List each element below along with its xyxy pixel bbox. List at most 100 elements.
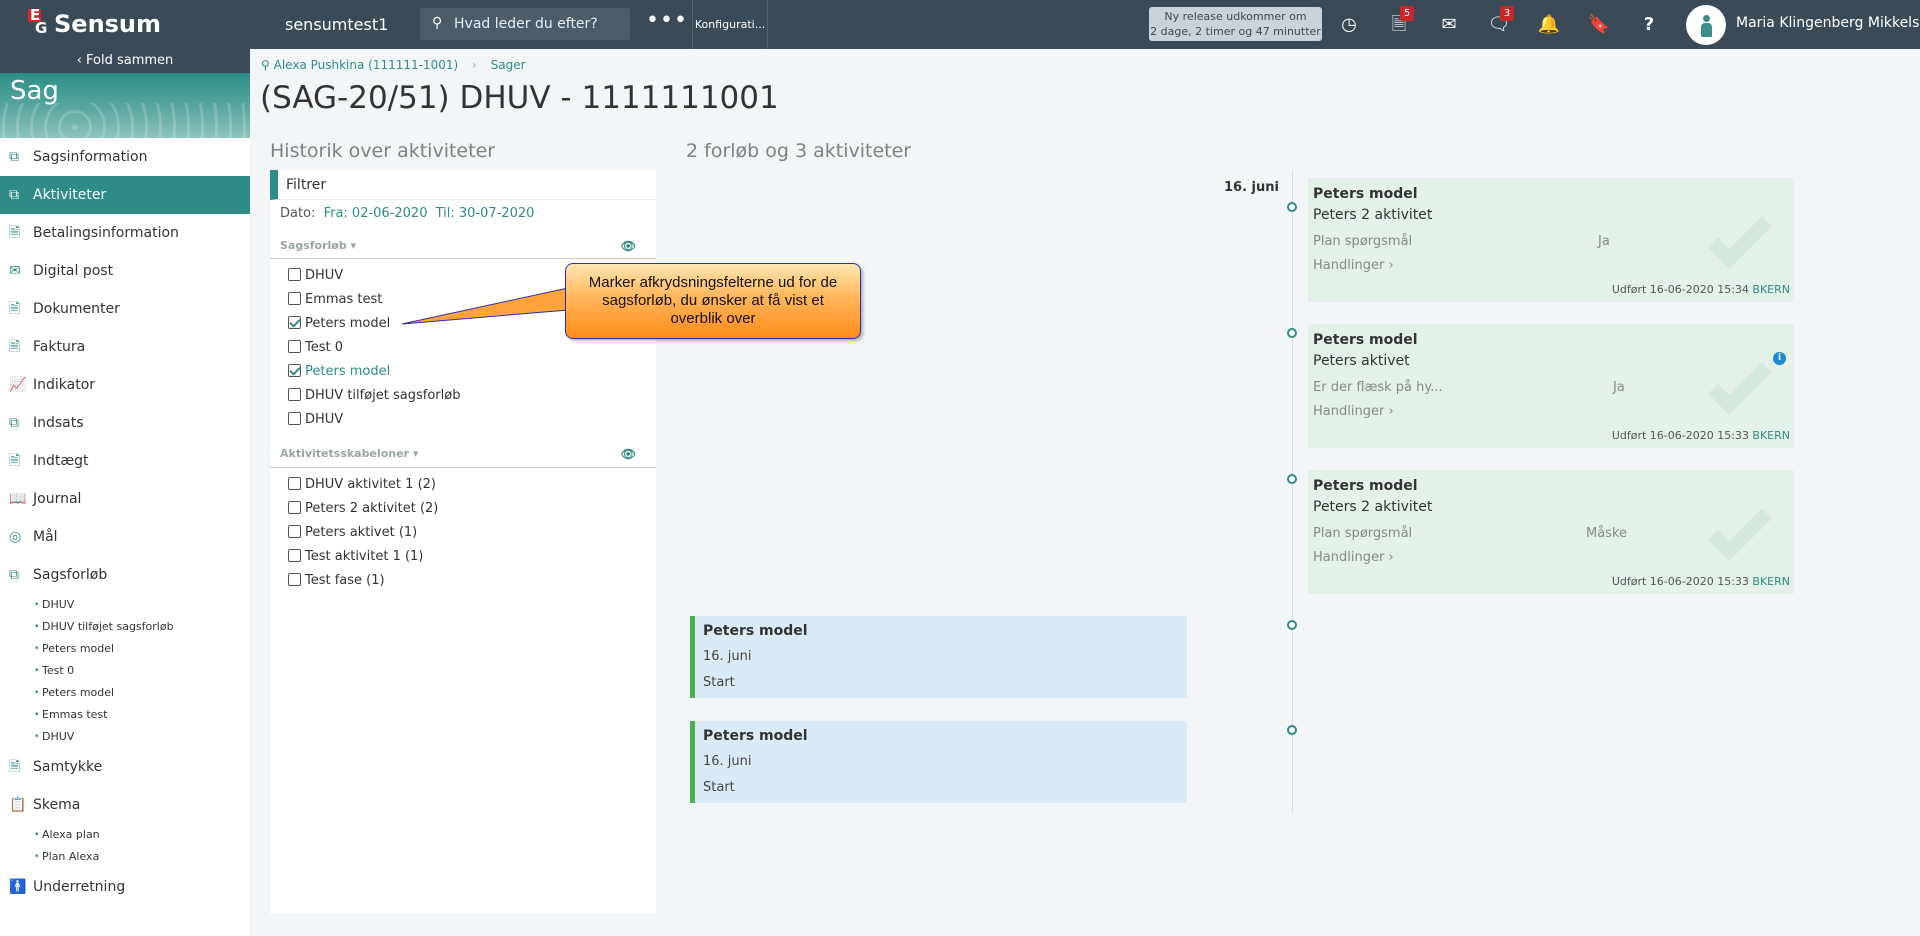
sidebar-item-label: Samtykke (33, 759, 103, 775)
checkbox-skabelon[interactable]: DHUV aktivitet 1 (2) (288, 475, 436, 495)
chevron-right-icon: › (472, 58, 477, 72)
more-menu-button[interactable]: ••• (646, 8, 687, 40)
actions-menu[interactable]: Handlinger › (1313, 258, 1394, 273)
mail-icon[interactable]: ✉ (1424, 0, 1474, 49)
checkbox-skabelon[interactable]: Test aktivitet 1 (1) (288, 547, 423, 567)
callout-line-3: overblik over (670, 310, 756, 327)
checkbox-checked[interactable] (288, 364, 301, 377)
sidebar-subitem[interactable]: Alexa plan (0, 824, 250, 846)
sidebar: ‹ Fold sammen Sag ⧉ Sagsinformation ⧉ Akti… (0, 49, 250, 936)
checkbox-skabelon[interactable]: Peters aktivet (1) (288, 523, 417, 543)
sidebar-subitem[interactable]: Plan Alexa (0, 846, 250, 868)
activity-course: Peters model (1313, 478, 1418, 494)
help-icon[interactable]: ? (1624, 0, 1674, 49)
checkbox[interactable] (288, 340, 301, 353)
done-text: Udført 16-06-2020 15:33 (1611, 429, 1749, 442)
chat-icon[interactable]: 🗨 3 (1474, 0, 1524, 49)
done-user[interactable]: BKERN (1752, 283, 1790, 296)
checkbox[interactable] (288, 549, 301, 562)
eye-icon[interactable]: 👁 (621, 239, 636, 253)
breadcrumb-person[interactable]: Alexa Pushkina (111111-1001) (274, 58, 459, 72)
user-menu[interactable]: Maria Klingenberg Mikkelsen (1686, 2, 1920, 47)
eye-icon[interactable]: 👁 (621, 447, 636, 461)
sidebar-item-dokumenter[interactable]: 🗎 Dokumenter (0, 290, 250, 328)
sidebar-item-label: Dokumenter (33, 301, 120, 317)
sidebar-item-indikator[interactable]: 📈 Indikator (0, 366, 250, 404)
sidebar-subitem[interactable]: Peters model (0, 682, 250, 704)
checkbox[interactable] (288, 412, 301, 425)
checkbox-forloeb[interactable]: Peters model (288, 362, 390, 382)
breadcrumb-current[interactable]: Sager (491, 58, 526, 72)
done-user[interactable]: BKERN (1752, 429, 1790, 442)
bookmark-icon[interactable]: 🔖 (1574, 0, 1624, 49)
search-box[interactable]: ⚲ (420, 8, 630, 40)
checkbox-forloeb[interactable]: DHUV (288, 410, 343, 430)
sidebar-item-maal[interactable]: ◎ Mål (0, 518, 250, 556)
sidebar-item-sagsforloeb[interactable]: ⧉ Sagsforløb (0, 556, 250, 594)
search-input[interactable] (454, 8, 624, 40)
eg-logo[interactable]: E G (28, 8, 48, 37)
fold-sidebar-button[interactable]: ‹ Fold sammen (0, 49, 250, 73)
sidebar-subitem[interactable]: Peters model (0, 638, 250, 660)
info-icon[interactable]: i (1773, 352, 1786, 365)
actions-menu[interactable]: Handlinger › (1313, 550, 1394, 565)
activity-card[interactable]: i Peters model Peters aktivet Er der flæ… (1308, 324, 1794, 448)
brand-name[interactable]: Sensum (54, 10, 161, 38)
checkmark-icon (1708, 205, 1772, 269)
section-skabeloner[interactable]: Aktivitetsskabeloner ▾ 👁 (280, 447, 646, 461)
sidebar-item-samtykke[interactable]: 🗎 Samtykke (0, 748, 250, 786)
checkbox[interactable] (288, 477, 301, 490)
checkbox-forloeb[interactable]: Emmas test (288, 290, 382, 310)
sidebar-item-betalingsinformation[interactable]: 🗎 Betalingsinformation (0, 214, 250, 252)
date-to[interactable]: Til: 30-07-2020 (436, 206, 535, 221)
checkbox[interactable] (288, 573, 301, 586)
configuration-menu[interactable]: Konfigurati... (692, 0, 768, 49)
activity-card[interactable]: Peters model Peters 2 aktivitet Plan spø… (1308, 178, 1794, 302)
section-sagsforloeb[interactable]: Sagsforløb ▾ 👁 (280, 239, 646, 253)
timeline-line (1292, 170, 1293, 812)
course-card[interactable]: Peters model 16. juni Start (690, 616, 1187, 698)
checkbox[interactable] (288, 268, 301, 281)
course-card[interactable]: Peters model 16. juni Start (690, 721, 1187, 803)
activity-card[interactable]: Peters model Peters 2 aktivitet Plan spø… (1308, 470, 1794, 594)
sidebar-item-journal[interactable]: 📖 Journal (0, 480, 250, 518)
sidebar-subitem[interactable]: DHUV (0, 594, 250, 616)
course-title: Peters model (703, 623, 808, 639)
clock-icon[interactable]: ◷ (1324, 0, 1374, 49)
checkbox-forloeb[interactable]: DHUV (288, 266, 343, 286)
sidebar-subitem[interactable]: DHUV (0, 726, 250, 748)
document-icon[interactable]: 🗎 5 (1374, 0, 1424, 49)
sidebar-item-skema[interactable]: 📋 Skema (0, 786, 250, 824)
sidebar-item-aktiviteter[interactable]: ⧉ Aktiviteter (0, 176, 250, 214)
checkbox-checked[interactable] (288, 316, 301, 329)
date-from[interactable]: Fra: 02-06-2020 (324, 206, 428, 221)
checkbox-skabelon[interactable]: Peters 2 aktivitet (2) (288, 499, 438, 519)
checkbox-forloeb[interactable]: Peters model (288, 314, 390, 334)
date-filter[interactable]: Dato: Fra: 02-06-2020 Til: 30-07-2020 (280, 206, 534, 221)
checkbox-forloeb[interactable]: DHUV tilføjet sagsforløb (288, 386, 460, 406)
actions-menu[interactable]: Handlinger › (1313, 404, 1394, 419)
filter-tab[interactable]: Filtrer (270, 170, 656, 200)
sidebar-subitem[interactable]: DHUV tilføjet sagsforløb (0, 616, 250, 638)
document-icon: 🗎 (9, 453, 21, 469)
done-text: Udført 16-06-2020 15:33 (1611, 575, 1749, 588)
sidebar-subitem[interactable]: Emmas test (0, 704, 250, 726)
sidebar-item-sagsinformation[interactable]: ⧉ Sagsinformation (0, 138, 250, 176)
done-user[interactable]: BKERN (1752, 575, 1790, 588)
checkbox-label: Test fase (1) (305, 573, 385, 588)
sidebar-item-indtaegt[interactable]: 🗎 Indtægt (0, 442, 250, 480)
checkbox-forloeb[interactable]: Test 0 (288, 338, 343, 358)
section-label: Sagsforløb (280, 239, 347, 252)
sidebar-item-digital-post[interactable]: ✉ Digital post (0, 252, 250, 290)
bell-icon[interactable]: 🔔 (1524, 0, 1574, 49)
summary-title: 2 forløb og 3 aktiviteter (686, 140, 912, 162)
sidebar-item-indsats[interactable]: ⧉ Indsats (0, 404, 250, 442)
sidebar-subitem[interactable]: Test 0 (0, 660, 250, 682)
sidebar-item-faktura[interactable]: 🗎 Faktura (0, 328, 250, 366)
checkbox[interactable] (288, 388, 301, 401)
checkbox[interactable] (288, 501, 301, 514)
sidebar-item-underretning[interactable]: 🚹 Underretning (0, 868, 250, 906)
checkbox[interactable] (288, 525, 301, 538)
checkbox[interactable] (288, 292, 301, 305)
checkbox-skabelon[interactable]: Test fase (1) (288, 571, 385, 591)
